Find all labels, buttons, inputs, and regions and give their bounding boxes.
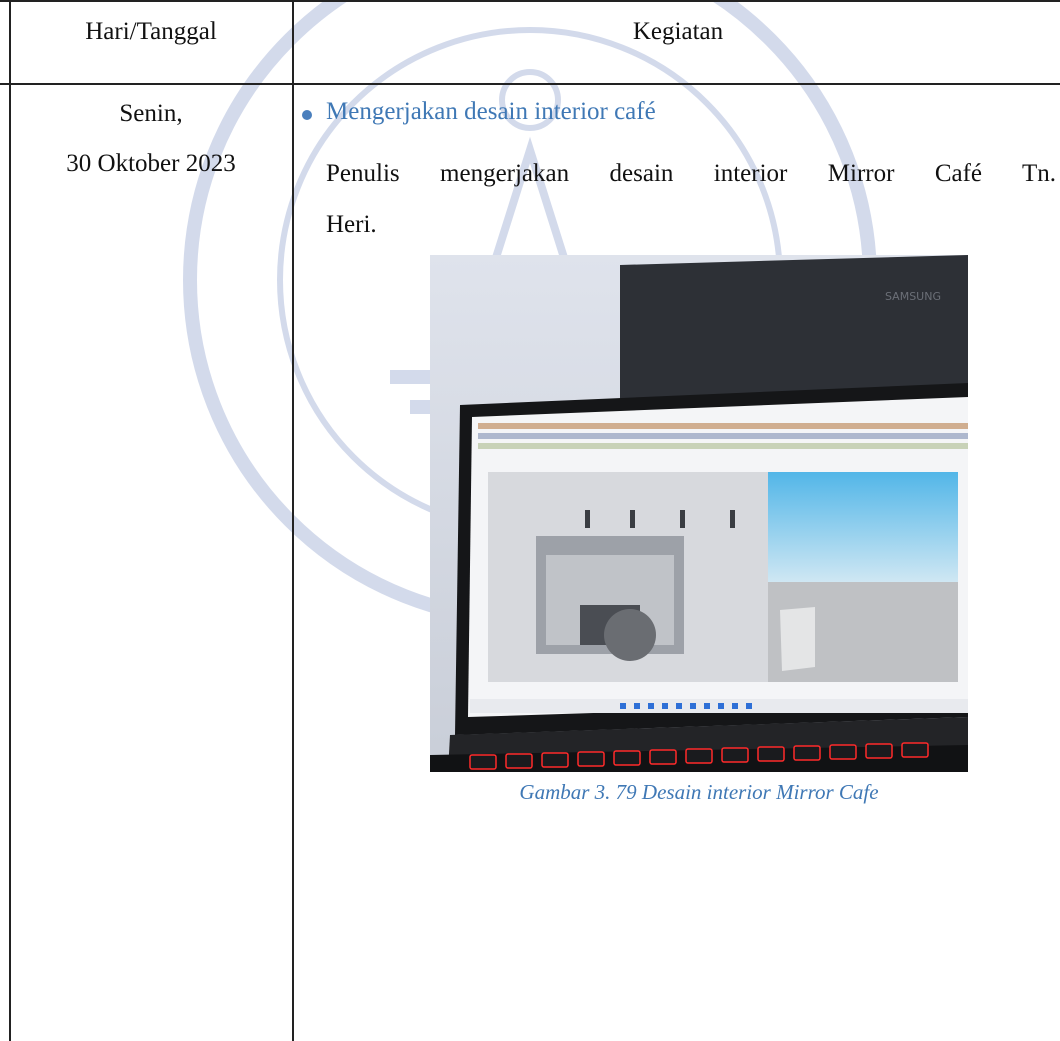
table-left-border <box>9 0 11 1041</box>
table-header-border <box>0 83 1060 85</box>
table-top-border <box>0 0 1060 2</box>
header-activity: Kegiatan <box>632 18 724 45</box>
table-column-divider <box>292 0 294 1041</box>
activity-title: Mengerjakan desain interior café <box>326 98 656 125</box>
bullet-icon <box>302 110 312 120</box>
laptop-photo: SAMSUNG <box>430 255 968 772</box>
figure-caption: Gambar 3. 79 Desain interior Mirror Cafe <box>519 780 879 804</box>
row-date: 30 Oktober 2023 <box>66 150 236 177</box>
row-day: Senin, <box>119 100 183 127</box>
header-date: Hari/Tanggal <box>85 18 217 45</box>
monitor-brand-text: SAMSUNG <box>885 290 941 303</box>
activity-description-line1: Penulis mengerjakan desain interior Mirr… <box>326 160 1056 187</box>
activity-description-line2: Heri. <box>326 211 377 238</box>
